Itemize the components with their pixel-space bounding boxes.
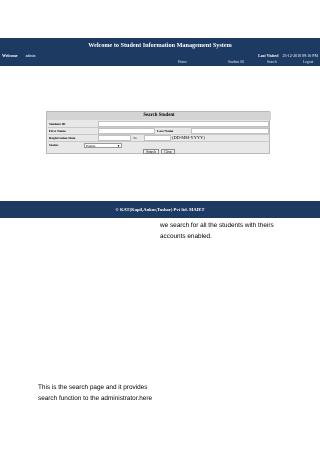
caption-bottom-line-2: search function to the administrator.her…: [38, 395, 153, 402]
registration-date-from-input[interactable]: [98, 135, 131, 141]
caption-bottom-line-1: This is the search page and it provides: [38, 384, 148, 391]
welcome-message: Welcome admin: [2, 53, 36, 58]
page-title: Welcome to Student Information Managemen…: [88, 42, 232, 49]
first-name-label: First Name: [49, 129, 66, 133]
last-visited-value: 25-12-2010 09:16 PM: [282, 53, 318, 58]
search-form-title: Search Student: [47, 112, 271, 120]
caption-top: we search for all the students with thei…: [160, 220, 274, 242]
student-id-row: Student ID: [48, 121, 270, 128]
caption-top-line-1: we search for all the students with thei…: [160, 222, 274, 229]
clear-button[interactable]: Clear: [161, 149, 175, 154]
status-select-value: Enable: [86, 143, 96, 148]
welcome-label: Welcome: [2, 53, 18, 58]
registration-date-to-input[interactable]: [144, 135, 171, 141]
status-row: Status Enable ▼: [48, 142, 270, 149]
date-format-hint: (DD-MM-YYYY): [172, 135, 205, 140]
app-screenshot: Welcome to Student Information Managemen…: [0, 38, 320, 218]
status-label: Status: [49, 143, 59, 147]
nav-item-search[interactable]: Search: [267, 60, 277, 64]
username: admin: [25, 53, 36, 58]
last-name-input[interactable]: [191, 128, 269, 134]
nav-item-logout[interactable]: Logout: [303, 60, 313, 64]
search-button[interactable]: Search: [143, 149, 159, 154]
footer-bar: © KAT(Kapil,Ankur,Tushar) Pvt ltd. MAIET: [0, 201, 320, 218]
student-id-input[interactable]: [98, 121, 269, 127]
registration-date-label: Registration Date: [49, 136, 76, 140]
footer-copyright: © KAT(Kapil,Ankur,Tushar) Pvt ltd. MAIET: [115, 206, 205, 212]
caption-top-line-2: accounts enabled.: [160, 233, 212, 240]
first-name-input[interactable]: [98, 128, 155, 134]
last-visited: Last Visited 25-12-2010 09:16 PM: [258, 53, 318, 58]
caption-bottom: This is the search page and it provides …: [38, 382, 152, 404]
header-bar: Welcome to Student Information Managemen…: [0, 38, 320, 66]
search-student-form: Search Student Student ID First Name Las…: [46, 111, 271, 154]
name-row: First Name Last Name: [48, 128, 270, 135]
chevron-down-icon: ▼: [117, 143, 120, 148]
last-visited-label: Last Visited: [258, 53, 279, 58]
nav-bar: Home Student All Search Logout: [0, 60, 320, 66]
registration-date-row: Registration Date To (DD-MM-YYYY): [48, 135, 270, 142]
nav-item-student-all[interactable]: Student All: [228, 60, 244, 64]
to-label: To: [133, 136, 137, 140]
last-name-label: Last Name: [157, 129, 174, 133]
student-id-label: Student ID: [49, 122, 66, 126]
nav-item-home[interactable]: Home: [178, 60, 187, 64]
status-select[interactable]: Enable ▼: [84, 142, 122, 148]
